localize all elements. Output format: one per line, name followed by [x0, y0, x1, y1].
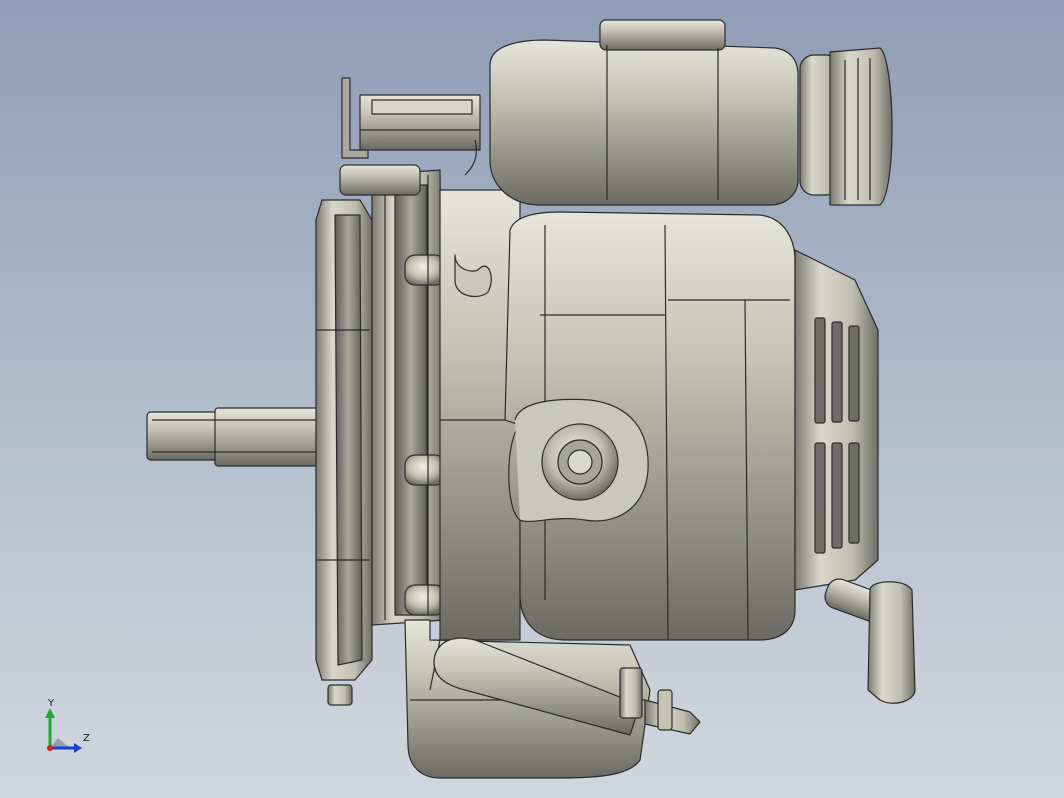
- triad-graphic: [45, 708, 82, 753]
- fuel-cap: [799, 47, 893, 206]
- starter-handle: [824, 578, 916, 704]
- cad-viewport[interactable]: Y Z: [0, 0, 1064, 798]
- axis-triad: Y Z: [40, 698, 100, 760]
- output-shaft: [146, 407, 326, 467]
- y-axis-label: Y: [48, 698, 55, 709]
- crankcase-flange: [371, 169, 446, 626]
- drain-bolt: [327, 684, 353, 706]
- throttle-bracket: [339, 77, 481, 196]
- recoil-starter: [794, 249, 879, 591]
- engine-3d-model[interactable]: [0, 0, 1064, 798]
- blower-housing: [504, 211, 796, 641]
- z-axis-label: Z: [83, 733, 90, 744]
- air-cleaner: [464, 19, 799, 206]
